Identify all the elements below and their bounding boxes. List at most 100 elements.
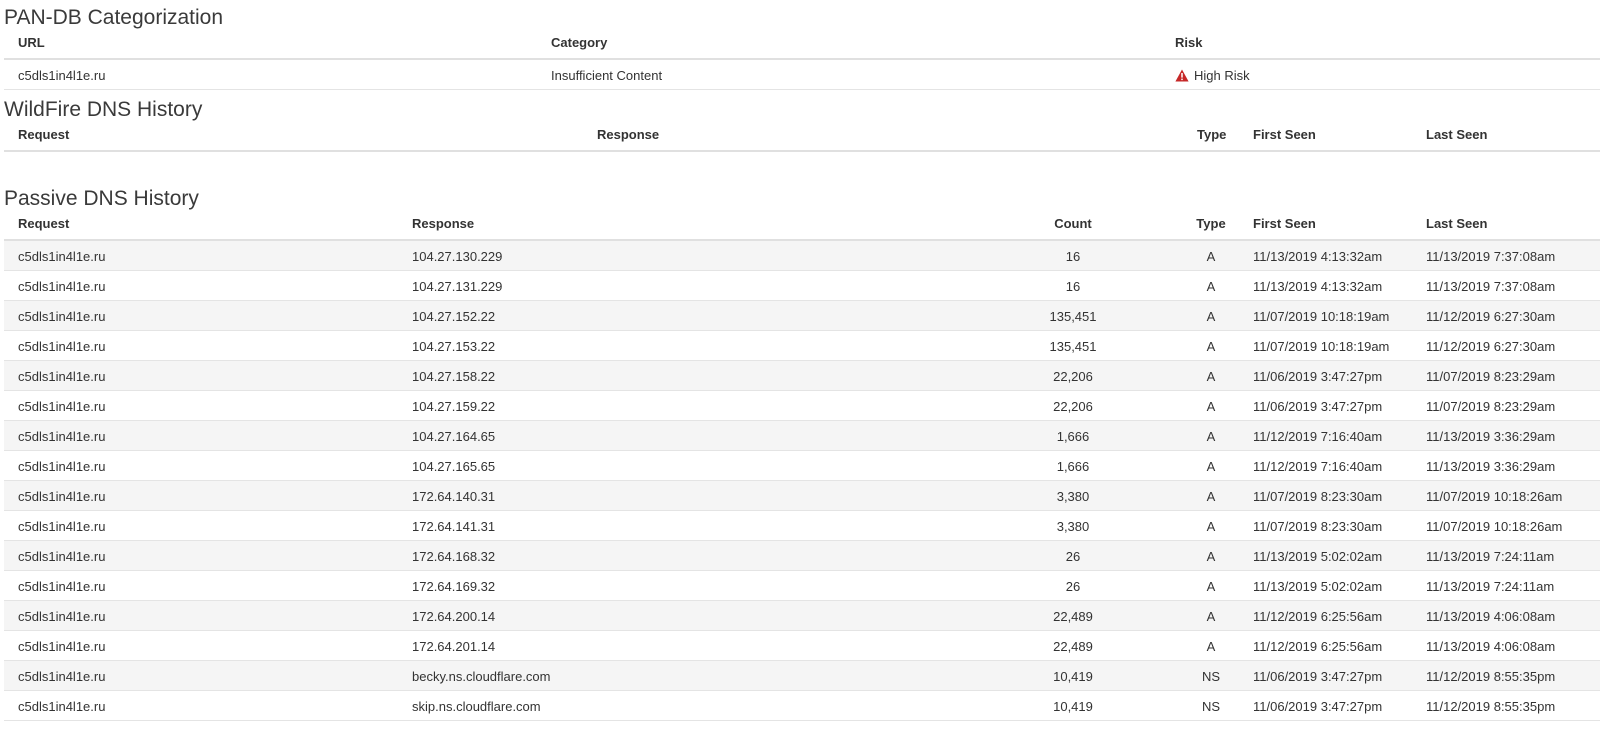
cell-response: 172.64.141.31 [412, 519, 496, 534]
cell-first-seen: 11/12/2019 7:16:40am [1253, 459, 1383, 474]
pandb-row: c5dls1in4l1e.ru Insufficient Content Hig… [4, 60, 1600, 90]
cell-request: c5dls1in4l1e.ru [18, 609, 106, 624]
cell-response: 104.27.165.65 [412, 459, 496, 474]
header-url[interactable]: URL [18, 35, 45, 50]
table-row[interactable]: c5dls1in4l1e.ru 104.27.164.65 1,666 A 11/12/… [4, 421, 1600, 451]
cell-request: c5dls1in4l1e.ru [18, 669, 106, 684]
table-row[interactable]: c5dls1in4l1e.ru 104.27.158.22 22,206 A 11/06… [4, 361, 1600, 391]
header-request[interactable]: Request [18, 127, 69, 142]
pandb-url: c5dls1in4l1e.ru [18, 68, 106, 83]
pandb-table: URL Category Risk c5dls1in4l1e.ru Insuff… [4, 29, 1600, 90]
table-row[interactable]: c5dls1in4l1e.ru 104.27.131.229 16 A 11/13/20… [4, 271, 1600, 301]
passive-rows: c5dls1in4l1e.ru 104.27.130.229 16 A 11/13/20… [4, 241, 1600, 721]
cell-response: 104.27.152.22 [412, 309, 496, 324]
cell-last-seen: 11/13/2019 7:37:08am [1426, 279, 1556, 294]
wildfire-title: WildFire DNS History [4, 98, 203, 121]
cell-response: skip.ns.cloudflare.com [412, 699, 541, 714]
cell-last-seen: 11/13/2019 3:36:29am [1426, 429, 1556, 444]
table-row[interactable]: c5dls1in4l1e.ru 104.27.130.229 16 A 11/13/20… [4, 241, 1600, 271]
cell-request: c5dls1in4l1e.ru [18, 519, 106, 534]
cell-response: 104.27.130.229 [412, 249, 503, 264]
cell-last-seen: 11/07/2019 8:23:29am [1426, 369, 1556, 384]
header-first-seen[interactable]: First Seen [1253, 127, 1316, 142]
header-category[interactable]: Category [551, 35, 607, 50]
cell-type: A [1206, 549, 1216, 564]
cell-request: c5dls1in4l1e.ru [18, 309, 106, 324]
cell-request: c5dls1in4l1e.ru [18, 249, 106, 264]
header-response[interactable]: Response [597, 127, 659, 142]
cell-request: c5dls1in4l1e.ru [18, 369, 106, 384]
cell-count: 22,206 [1053, 369, 1093, 384]
table-row[interactable]: c5dls1in4l1e.ru 172.64.141.31 3,380 A 11/07/… [4, 511, 1600, 541]
table-row[interactable]: c5dls1in4l1e.ru 172.64.168.32 26 A 11/13/201… [4, 541, 1600, 571]
table-row[interactable]: c5dls1in4l1e.ru 104.27.159.22 22,206 A 11/06… [4, 391, 1600, 421]
cell-first-seen: 11/07/2019 10:18:19am [1253, 339, 1390, 354]
cell-request: c5dls1in4l1e.ru [18, 489, 106, 504]
cell-first-seen: 11/13/2019 4:13:32am [1253, 249, 1383, 264]
cell-first-seen: 11/06/2019 3:47:27pm [1253, 369, 1383, 384]
cell-request: c5dls1in4l1e.ru [18, 429, 106, 444]
cell-count: 135,451 [1049, 339, 1097, 354]
cell-first-seen: 11/13/2019 5:02:02am [1253, 549, 1383, 564]
pandb-risk: High Risk [1175, 68, 1250, 85]
cell-count: 16 [1065, 249, 1081, 264]
cell-count: 10,419 [1053, 699, 1093, 714]
cell-request: c5dls1in4l1e.ru [18, 699, 106, 714]
cell-type: A [1206, 459, 1216, 474]
cell-type: A [1206, 639, 1216, 654]
table-row[interactable]: c5dls1in4l1e.ru 104.27.153.22 135,451 A 11/0… [4, 331, 1600, 361]
cell-response: 172.64.200.14 [412, 609, 496, 624]
pandb-title: PAN-DB Categorization [4, 6, 224, 29]
cell-type: A [1206, 519, 1216, 534]
table-row[interactable]: c5dls1in4l1e.ru becky.ns.cloudflare.com 10… [4, 661, 1600, 691]
table-row[interactable]: c5dls1in4l1e.ru 172.64.140.31 3,380 A 11/07/… [4, 481, 1600, 511]
cell-first-seen: 11/07/2019 8:23:30am [1253, 489, 1383, 504]
table-row[interactable]: c5dls1in4l1e.ru 172.64.201.14 22,489 A 11/12… [4, 631, 1600, 661]
header-first-seen[interactable]: First Seen [1253, 216, 1316, 231]
cell-last-seen: 11/13/2019 3:36:29am [1426, 459, 1556, 474]
cell-count: 22,489 [1053, 639, 1093, 654]
header-type[interactable]: Type [1197, 127, 1226, 142]
cell-last-seen: 11/12/2019 6:27:30am [1426, 309, 1556, 324]
cell-count: 26 [1065, 579, 1081, 594]
cell-request: c5dls1in4l1e.ru [18, 459, 106, 474]
passive-title: Passive DNS History [4, 187, 199, 210]
cell-response: 172.64.140.31 [412, 489, 496, 504]
cell-response: 104.27.164.65 [412, 429, 496, 444]
cell-first-seen: 11/12/2019 7:16:40am [1253, 429, 1383, 444]
cell-last-seen: 11/13/2019 7:24:11am [1426, 579, 1555, 594]
cell-response: becky.ns.cloudflare.com [412, 669, 551, 684]
wildfire-table: Request Response Type First Seen Last Se… [4, 121, 1600, 152]
cell-first-seen: 11/12/2019 6:25:56am [1253, 609, 1383, 624]
header-count[interactable]: Count [1033, 216, 1113, 231]
pandb-risk-label: High Risk [1194, 68, 1250, 83]
cell-first-seen: 11/06/2019 3:47:27pm [1253, 399, 1383, 414]
header-request[interactable]: Request [18, 216, 69, 231]
table-row[interactable]: c5dls1in4l1e.ru 172.64.200.14 22,489 A 11/12… [4, 601, 1600, 631]
cell-response: 172.64.168.32 [412, 549, 496, 564]
header-last-seen[interactable]: Last Seen [1426, 127, 1487, 142]
cell-last-seen: 11/13/2019 4:06:08am [1426, 639, 1556, 654]
header-risk[interactable]: Risk [1175, 35, 1202, 50]
pandb-category: Insufficient Content [551, 68, 663, 83]
cell-last-seen: 11/07/2019 8:23:29am [1426, 399, 1556, 414]
table-row[interactable]: c5dls1in4l1e.ru skip.ns.cloudflare.com 10,… [4, 691, 1600, 721]
header-response[interactable]: Response [412, 216, 474, 231]
pandb-header-row: URL Category Risk [4, 29, 1600, 60]
cell-first-seen: 11/06/2019 3:47:27pm [1253, 699, 1383, 714]
header-last-seen[interactable]: Last Seen [1426, 216, 1487, 231]
cell-request: c5dls1in4l1e.ru [18, 639, 106, 654]
cell-last-seen: 11/12/2019 8:55:35pm [1426, 669, 1556, 684]
cell-request: c5dls1in4l1e.ru [18, 549, 106, 564]
cell-type: A [1206, 429, 1216, 444]
table-row[interactable]: c5dls1in4l1e.ru 172.64.169.32 26 A 11/13/201… [4, 571, 1600, 601]
header-type[interactable]: Type [1191, 216, 1231, 231]
cell-request: c5dls1in4l1e.ru [18, 339, 106, 354]
cell-type: A [1206, 609, 1216, 624]
cell-count: 135,451 [1049, 309, 1097, 324]
cell-first-seen: 11/13/2019 5:02:02am [1253, 579, 1383, 594]
table-row[interactable]: c5dls1in4l1e.ru 104.27.165.65 1,666 A 11/12/… [4, 451, 1600, 481]
table-row[interactable]: c5dls1in4l1e.ru 104.27.152.22 135,451 A 11/0… [4, 301, 1600, 331]
passive-header-row: Request Response Count Type First Seen L… [4, 210, 1600, 241]
cell-type: A [1206, 249, 1216, 264]
